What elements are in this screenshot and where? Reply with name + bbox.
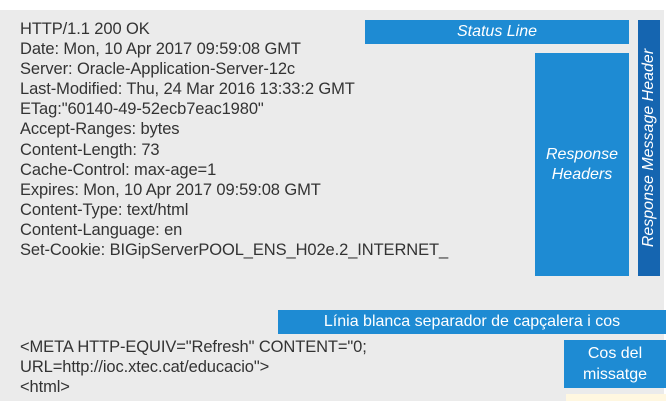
header-line-etag: ETag:"60140-49-52ecb7eac1980" bbox=[20, 100, 264, 119]
response-headers-label: Response Headers bbox=[535, 53, 629, 276]
header-line-server: Server: Oracle-Application-Server-12c bbox=[20, 60, 296, 79]
header-line-content-type: Content-Type: text/html bbox=[20, 200, 189, 219]
message-body-label: Cos del missatge bbox=[564, 340, 666, 388]
header-line-last-modified: Last-Modified: Thu, 24 Mar 2016 13:33:2 … bbox=[20, 80, 355, 99]
body-line-html: <html> bbox=[20, 378, 70, 397]
body-line-meta: <META HTTP-EQUIV="Refresh" CONTENT="0; bbox=[20, 338, 367, 356]
status-line-label: Status Line bbox=[365, 20, 629, 44]
header-line-content-length: Content-Length: 73 bbox=[20, 140, 160, 159]
response-header-lines: HTTP/1.1 200 OK Date: Mon, 10 Apr 2017 0… bbox=[20, 19, 448, 260]
body-line-url: URL=http://ioc.xtec.cat/educacio"> bbox=[20, 358, 270, 377]
separator-label: Línia blanca separador de capçalera i co… bbox=[278, 310, 666, 334]
corner-highlight bbox=[566, 394, 666, 401]
response-message-header-text: Response Message Header bbox=[640, 48, 657, 248]
response-headers-label-line1: Response bbox=[545, 145, 619, 163]
message-body-label-line1: Cos del bbox=[587, 345, 643, 362]
response-headers-label-line2: Headers bbox=[551, 165, 613, 183]
message-body-lines: <META HTTP-EQUIV="Refresh" CONTENT="0; U… bbox=[20, 337, 367, 397]
header-line-accept-ranges: Accept-Ranges: bytes bbox=[20, 120, 180, 139]
header-line-expires: Expires: Mon, 10 Apr 2017 09:59:08 GMT bbox=[20, 180, 321, 199]
header-line-cache-control: Cache-Control: max-age=1 bbox=[20, 160, 217, 179]
header-line-content-language: Content-Language: en bbox=[20, 220, 183, 239]
header-line-set-cookie: Set-Cookie: BIGipServerPOOL_ENS_H02e.2_I… bbox=[20, 241, 449, 260]
message-body-label-line2: missatge bbox=[582, 366, 648, 383]
response-message-header-label: Response Message Header bbox=[638, 20, 660, 276]
